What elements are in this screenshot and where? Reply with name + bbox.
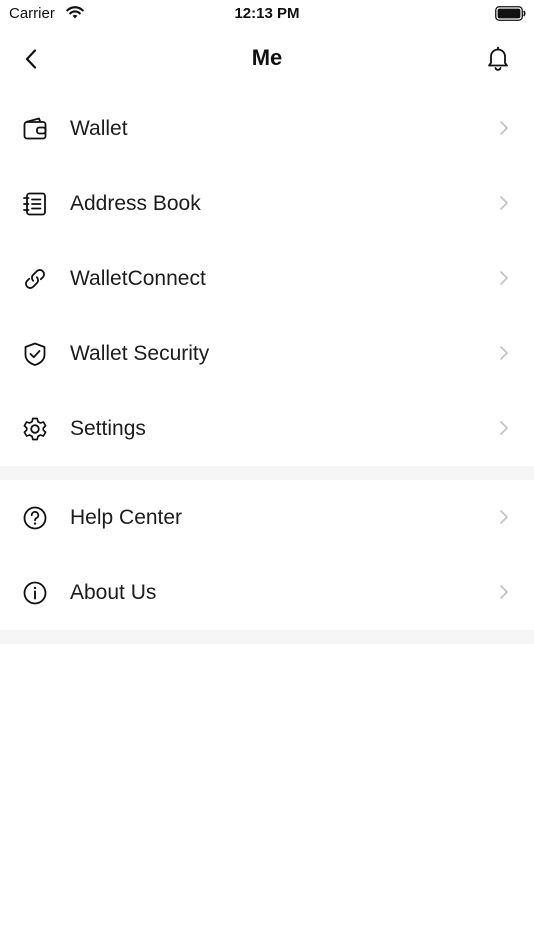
menu-item-help-center[interactable]: Help Center [0, 480, 534, 555]
menu-item-label: Wallet Security [70, 342, 210, 365]
menu-item-about-us[interactable]: About Us [0, 555, 534, 630]
menu-item-address-book[interactable]: Address Book [0, 166, 534, 241]
chevron-right-icon [500, 196, 508, 210]
chevron-right-icon [500, 121, 508, 135]
chevron-right-icon [500, 271, 508, 285]
menu-item-label: Help Center [70, 506, 183, 529]
chevron-right-icon [500, 421, 508, 435]
page-title: Me [251, 45, 283, 70]
bell-icon[interactable] [484, 44, 512, 72]
chevron-right-icon [500, 510, 508, 524]
menu-item-label: Wallet [70, 117, 128, 140]
wallet-icon [23, 117, 47, 140]
section-separator [0, 630, 534, 644]
chevron-right-icon [500, 346, 508, 360]
info-circle-icon [23, 581, 47, 605]
section-separator [0, 466, 534, 480]
menu-item-wallet-security[interactable]: Wallet Security [0, 316, 534, 391]
address-book-icon [23, 192, 46, 216]
question-circle-icon [23, 506, 47, 530]
menu-item-wallet[interactable]: Wallet [0, 91, 534, 166]
menu-item-label: WalletConnect [70, 267, 206, 290]
menu-item-label: About Us [70, 581, 157, 604]
clock: 12:13 PM [234, 5, 300, 22]
status-bar: Carrier 12:13 PM [0, 0, 534, 28]
menu-item-settings[interactable]: Settings [0, 391, 534, 466]
menu-group-support: Help Center About Us [0, 480, 534, 630]
menu-item-walletconnect[interactable]: WalletConnect [0, 241, 534, 316]
navigation-bar: Me [0, 28, 534, 90]
link-icon [25, 269, 45, 289]
battery-icon [495, 6, 526, 21]
chevron-right-icon [500, 585, 508, 599]
menu-item-label: Settings [70, 417, 146, 440]
menu-group-account: Wallet Address Book WalletConnect Wallet… [0, 91, 534, 466]
gear-icon [23, 417, 47, 441]
menu-item-label: Address Book [70, 192, 201, 215]
shield-check-icon [24, 342, 46, 366]
